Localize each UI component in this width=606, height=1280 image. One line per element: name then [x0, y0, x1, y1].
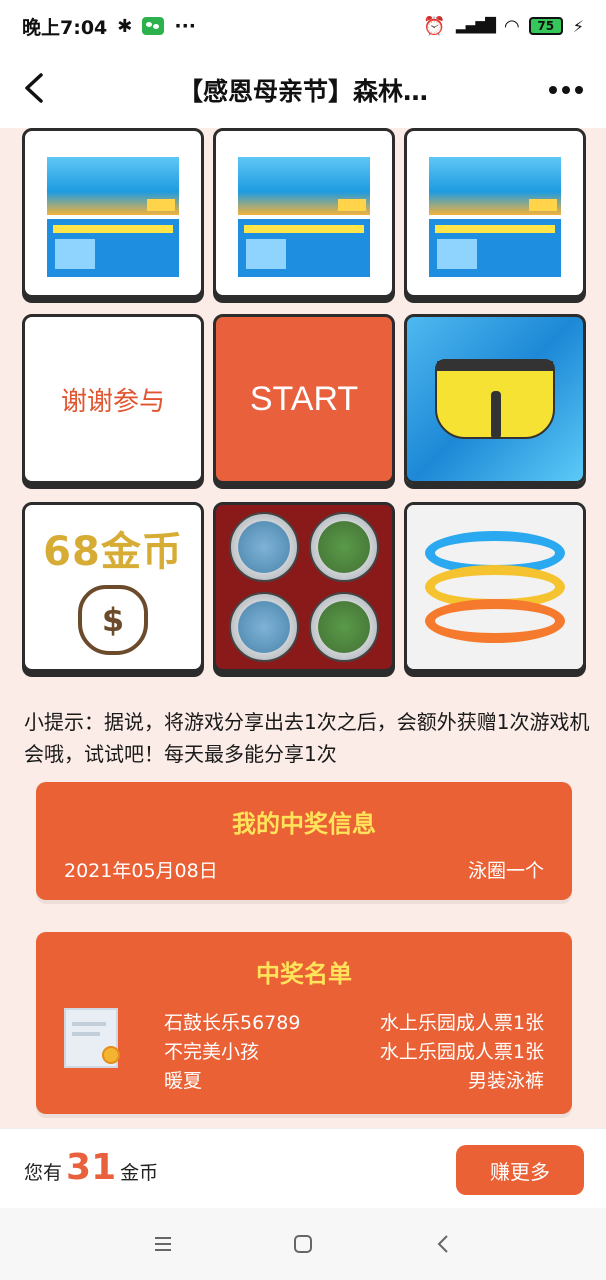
- coins-count: 31: [66, 1147, 117, 1188]
- prize-ticket-2[interactable]: [213, 128, 395, 298]
- coins-balance: 您有 31 金币: [24, 1147, 158, 1188]
- prize-ticket-3[interactable]: [404, 128, 586, 298]
- thanks-label: 谢谢参与: [60, 386, 165, 417]
- my-prize-name: 泳圈一个: [467, 860, 544, 882]
- winner-prize: 男装泳裤: [467, 1070, 544, 1092]
- winner-name: 石鼓长乐56789: [164, 1012, 301, 1034]
- start-label: START: [249, 379, 359, 418]
- dot-icon: [549, 86, 557, 94]
- status-time: 晚上7:04: [22, 16, 108, 39]
- status-bar: 晚上7:04 ✱ ··· ⏰ ▂▄▆█ ◠ 75 ⚡: [0, 0, 606, 52]
- winner-prize: 水上乐园成人票1张: [379, 1041, 544, 1063]
- winner-row: 暖夏 男装泳裤: [164, 1067, 544, 1096]
- badges-image: [229, 512, 379, 662]
- ticket-image: [425, 143, 565, 283]
- winners-list[interactable]: 石鼓长乐56789 水上乐园成人票1张 不完美小孩 水上乐园成人票1张 暖夏 男…: [164, 992, 544, 1112]
- charging-icon: ⚡: [572, 16, 584, 36]
- winner-row-partial: [164, 992, 544, 1009]
- battery-icon: 75: [528, 17, 563, 35]
- coins-prize-label: 68金币: [43, 529, 183, 575]
- my-prize-row: 2021年05月08日 泳圈一个: [64, 856, 544, 883]
- coins-bar: 您有 31 金币 赚更多: [0, 1128, 606, 1208]
- signal-icon: ▂▄▆█: [455, 18, 496, 34]
- winners-panel: 中奖名单 石鼓长乐56789 水上乐园成人票1张 不完美小孩 水上乐园成人票1张…: [36, 932, 572, 1114]
- prize-swim-ring[interactable]: [404, 502, 586, 672]
- prize-badges[interactable]: [213, 502, 395, 672]
- winner-row: 不完美小孩 水上乐园成人票1张: [164, 1038, 544, 1067]
- my-prize-date: 2021年05月08日: [64, 860, 218, 882]
- dot-icon: [575, 86, 583, 94]
- status-more: ···: [174, 15, 197, 37]
- menu-nav-button[interactable]: [143, 1224, 183, 1264]
- more-options-button[interactable]: [544, 72, 588, 108]
- alarm-icon: ⏰: [423, 15, 446, 37]
- my-prize-panel: 我的中奖信息 2021年05月08日 泳圈一个: [36, 782, 572, 900]
- ticket-image: [43, 143, 183, 283]
- back-arrow-icon: [437, 1235, 448, 1253]
- prize-thanks[interactable]: 谢谢参与: [22, 314, 204, 484]
- wechat-icon: [142, 17, 165, 35]
- prize-ticket-1[interactable]: [22, 128, 204, 298]
- dot-icon: [562, 86, 570, 94]
- winner-name: 不完美小孩: [164, 1041, 260, 1063]
- menu-icon: [155, 1237, 171, 1251]
- prize-swim-shorts[interactable]: [404, 314, 586, 484]
- share-tip: 小提示：据说，将游戏分享出去1次之后，会额外获赠1次游戏机会哦，试试吧！每天最多…: [24, 710, 590, 766]
- page-title: 【感恩母亲节】森林…: [177, 77, 428, 106]
- ticket-image: [234, 143, 374, 283]
- home-nav-button[interactable]: [283, 1224, 323, 1264]
- winner-prize: 水上乐园成人票1张: [379, 1012, 544, 1034]
- earn-more-button[interactable]: 赚更多: [456, 1145, 584, 1195]
- prize-coins[interactable]: 68金币 $: [22, 502, 204, 672]
- certificate-icon: [64, 1008, 126, 1070]
- coins-prefix: 您有: [24, 1162, 63, 1184]
- my-prize-title: 我的中奖信息: [232, 810, 376, 838]
- back-nav-button[interactable]: [423, 1224, 463, 1264]
- home-square-icon: [294, 1235, 312, 1253]
- winner-row: 石鼓长乐56789 水上乐园成人票1张: [164, 1009, 544, 1038]
- winners-title: 中奖名单: [256, 960, 352, 988]
- bluetooth-icon: ✱: [117, 15, 133, 37]
- coins-suffix: 金币: [120, 1162, 159, 1184]
- swim-shorts-image: [435, 359, 555, 439]
- start-button[interactable]: START: [213, 314, 395, 484]
- winner-name: 暖夏: [164, 1070, 203, 1092]
- money-bag-icon: $: [78, 585, 148, 655]
- system-nav-bar: [0, 1208, 606, 1280]
- wifi-icon: ◠: [504, 15, 519, 37]
- title-bar: 【感恩母亲节】森林…: [0, 52, 606, 128]
